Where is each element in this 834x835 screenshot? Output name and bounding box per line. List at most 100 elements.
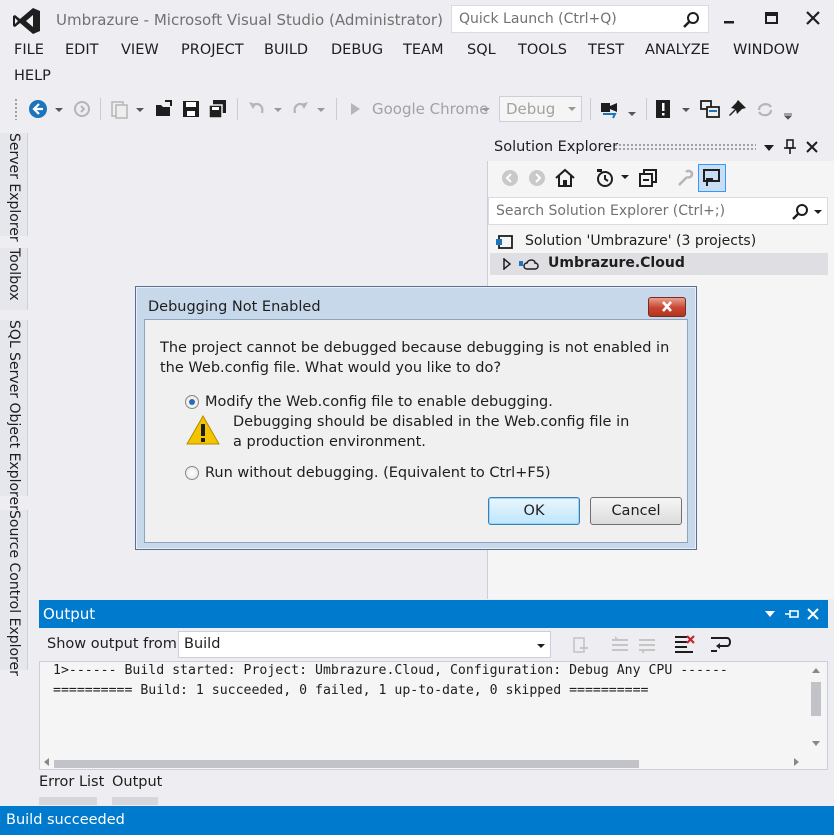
chevron-down-icon[interactable]	[315, 98, 327, 120]
menu-team[interactable]: TEAM	[403, 42, 443, 58]
forward-icon[interactable]	[527, 168, 547, 188]
side-tab-server-explorer[interactable]: Server Explorer	[0, 133, 28, 242]
pin-icon[interactable]	[784, 606, 800, 622]
chevron-down-icon	[537, 644, 545, 648]
menu-file[interactable]: FILE	[14, 42, 44, 58]
go-to-previous-message-icon[interactable]	[609, 634, 631, 656]
solution-configuration-dropdown[interactable]: Debug	[499, 96, 582, 122]
save-all-icon[interactable]	[207, 98, 229, 120]
cancel-button[interactable]: Cancel	[590, 497, 682, 525]
preview-selected-items-button[interactable]	[698, 164, 726, 192]
option-modify-webconfig-label[interactable]: Modify the Web.config file to enable deb…	[205, 392, 553, 412]
menu-window[interactable]: WINDOW	[733, 42, 799, 58]
menu-build[interactable]: BUILD	[264, 42, 308, 58]
solution-explorer-search-input[interactable]: Search Solution Explorer (Ctrl+;)	[488, 197, 828, 225]
save-icon[interactable]	[180, 98, 202, 120]
scroll-down-arrow-icon[interactable]	[811, 738, 821, 748]
chevron-down-icon[interactable]	[53, 98, 65, 120]
refresh-connection-icon[interactable]	[754, 98, 776, 120]
tree-item-solution[interactable]: Solution 'Umbrazure' (3 projects)	[490, 231, 828, 253]
redo-icon[interactable]	[289, 98, 311, 120]
dialog-body: The project cannot be debugged because d…	[144, 319, 688, 543]
side-tab-toolbox[interactable]: Toolbox	[0, 248, 28, 310]
attach-process-icon[interactable]	[598, 98, 620, 120]
option-run-without-debugging-label[interactable]: Run without debugging. (Equivalent to Ct…	[205, 463, 551, 483]
close-icon[interactable]	[806, 607, 820, 621]
chevron-down-icon[interactable]	[626, 98, 638, 120]
chevron-down-icon[interactable]	[272, 98, 284, 120]
menu-analyze[interactable]: ANALYZE	[645, 42, 710, 58]
start-debugging-icon[interactable]	[344, 98, 366, 120]
open-file-icon[interactable]	[153, 98, 175, 120]
panel-grip[interactable]	[614, 143, 756, 151]
scroll-up-arrow-icon[interactable]	[811, 666, 821, 676]
menu-test[interactable]: TEST	[588, 42, 624, 58]
close-icon[interactable]	[805, 140, 819, 154]
tab-underline	[39, 797, 97, 805]
show-output-from-label: Show output from:	[47, 636, 182, 652]
maximize-button[interactable]	[754, 4, 788, 32]
output-line: ========== Build: 1 succeeded, 0 failed,…	[53, 683, 649, 698]
browser-selector-label[interactable]: Google Chrome	[372, 100, 489, 118]
output-source-value: Build	[184, 636, 221, 652]
output-source-dropdown[interactable]: Build	[178, 631, 551, 658]
menu-edit[interactable]: EDIT	[65, 42, 98, 58]
menu-view[interactable]: VIEW	[121, 42, 159, 58]
output-panel-header: Output	[39, 600, 828, 628]
option-modify-webconfig-radio[interactable]	[185, 395, 199, 409]
side-tab-sql-server-object-explorer[interactable]: SQL Server Object Explorer	[0, 320, 28, 511]
navigate-forward-icon[interactable]	[71, 98, 93, 120]
chevron-down-icon[interactable]	[680, 98, 692, 120]
pending-changes-filter-icon[interactable]	[594, 167, 616, 189]
server-window-icon[interactable]	[699, 98, 721, 120]
back-icon[interactable]	[500, 168, 520, 188]
chevron-down-icon[interactable]	[763, 608, 777, 620]
dialog-close-button[interactable]	[648, 297, 686, 317]
clear-all-icon[interactable]	[673, 633, 695, 655]
preview-icon	[703, 169, 720, 186]
minimize-button[interactable]	[712, 4, 746, 32]
undo-icon[interactable]	[246, 98, 268, 120]
chevron-down-icon[interactable]	[762, 142, 776, 154]
find-message-in-code-icon[interactable]	[570, 634, 592, 656]
window-title: Umbrazure - Microsoft Visual Studio (Adm…	[56, 11, 443, 29]
pin-icon[interactable]	[726, 98, 748, 120]
home-icon[interactable]	[554, 167, 576, 189]
toolbar-overflow-icon[interactable]	[782, 98, 794, 120]
ok-button[interactable]: OK	[488, 497, 580, 525]
navigate-back-icon[interactable]	[27, 98, 49, 120]
close-window-button[interactable]	[796, 4, 830, 32]
quick-launch-input[interactable]: Quick Launch (Ctrl+Q)	[451, 5, 709, 33]
go-to-next-message-icon[interactable]	[636, 634, 658, 656]
chevron-down-icon	[814, 210, 822, 214]
chevron-down-icon	[568, 107, 576, 111]
status-text: Build succeeded	[6, 812, 125, 828]
menu-sql[interactable]: SQL	[467, 42, 496, 58]
new-project-icon[interactable]	[108, 98, 130, 120]
menu-debug[interactable]: DEBUG	[331, 42, 383, 58]
scroll-left-arrow-icon[interactable]	[42, 757, 52, 767]
output-text-area[interactable]: 1>------ Build started: Project: Umbrazu…	[39, 661, 828, 770]
toggle-word-wrap-icon[interactable]	[709, 633, 731, 655]
horizontal-scrollbar-thumb[interactable]	[54, 760, 639, 768]
chevron-down-icon[interactable]	[480, 98, 492, 120]
chevron-down-icon[interactable]	[620, 172, 630, 182]
option-run-without-debugging-radio[interactable]	[185, 466, 199, 480]
tab-underline	[112, 797, 158, 805]
scroll-right-arrow-icon[interactable]	[791, 757, 801, 767]
tree-item-project[interactable]: Umbrazure.Cloud	[490, 253, 828, 275]
menu-tools[interactable]: TOOLS	[518, 42, 567, 58]
side-tab-label: SQL Server Object Explorer	[6, 320, 22, 511]
vertical-scrollbar-thumb[interactable]	[811, 682, 821, 716]
pin-icon[interactable]	[783, 139, 797, 155]
visual-studio-logo-icon	[13, 8, 40, 34]
menu-help[interactable]: HELP	[14, 68, 51, 84]
toolbar-grip[interactable]	[14, 98, 18, 120]
side-tab-source-control-explorer[interactable]: Source Control Explorer	[0, 510, 28, 676]
menu-project[interactable]: PROJECT	[181, 42, 244, 58]
expand-arrow-icon[interactable]	[502, 258, 512, 270]
exceptions-icon[interactable]	[653, 98, 675, 120]
chevron-down-icon[interactable]	[134, 98, 146, 120]
properties-wrench-icon[interactable]	[674, 167, 696, 189]
collapse-all-icon[interactable]	[637, 167, 659, 189]
